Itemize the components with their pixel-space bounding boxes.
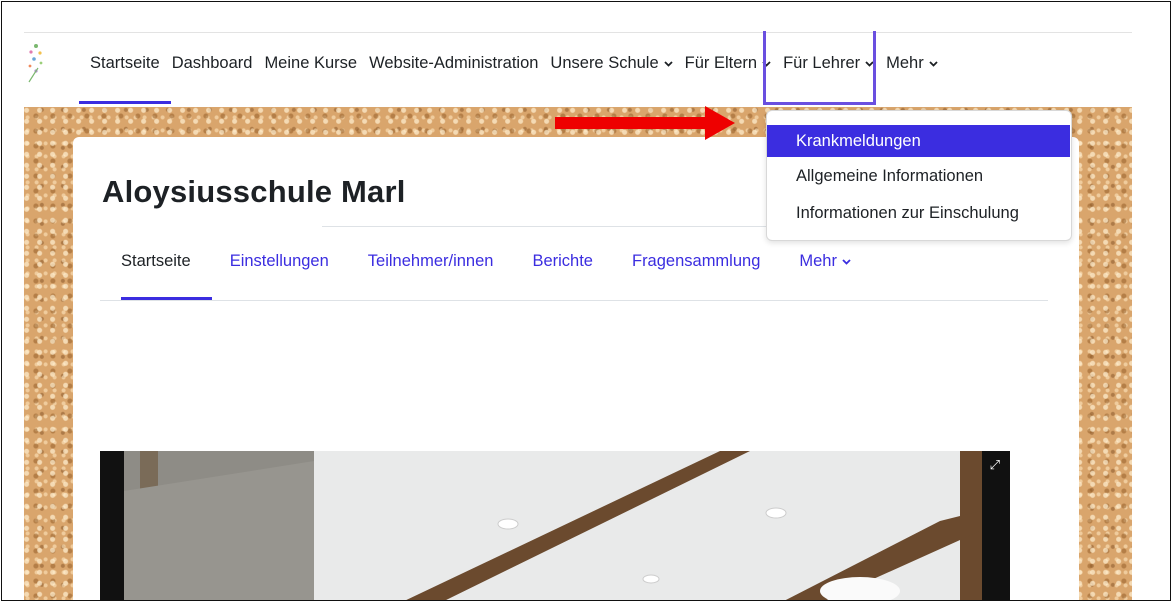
menu-item-label: Krankmeldungen — [796, 132, 921, 150]
tab-mehr[interactable]: Mehr — [799, 252, 851, 271]
menu-item-label: Informationen zur Einschulung — [796, 204, 1019, 222]
nav-item-unsere-schule[interactable]: Unsere Schule — [550, 54, 673, 73]
menu-item-krankmeldungen[interactable]: Krankmeldungen — [767, 125, 1070, 157]
tab-einstellungen[interactable]: Einstellungen — [230, 252, 329, 271]
screenshot-frame: Startseite Dashboard Meine Kurse Website… — [1, 1, 1171, 601]
nav-item-label: Unsere Schule — [550, 54, 659, 72]
header-divider — [24, 32, 1132, 33]
chevron-down-icon — [664, 60, 673, 67]
school-logo[interactable] — [24, 38, 48, 88]
nav-item-label: Startseite — [90, 54, 160, 72]
tab-label: Startseite — [121, 252, 191, 270]
title-divider — [322, 226, 772, 227]
tab-startseite[interactable]: Startseite — [121, 252, 212, 300]
nav-item-label: Mehr — [886, 54, 924, 72]
menu-item-allgemeine-informationen[interactable]: Allgemeine Informationen — [767, 160, 1070, 192]
red-arrow-annotation — [555, 106, 735, 140]
tabs-divider — [100, 300, 1048, 301]
tab-label: Berichte — [532, 252, 593, 270]
expand-icon[interactable]: ⤢ — [990, 457, 1000, 473]
nav-item-label: Meine Kurse — [264, 54, 358, 72]
nav-item-mehr[interactable]: Mehr — [886, 54, 938, 73]
hero-image: ⤢ — [100, 451, 1010, 600]
nav-item-startseite[interactable]: Startseite — [79, 54, 171, 104]
nav-item-label: Für Eltern — [684, 54, 758, 72]
tab-label: Fragensammlung — [631, 252, 761, 270]
tab-teilnehmer[interactable]: Teilnehmer/innen — [368, 252, 494, 271]
highlight-box — [763, 31, 876, 105]
secondary-navigation: Startseite Einstellungen Teilnehmer/inne… — [100, 252, 851, 300]
tab-berichte[interactable]: Berichte — [532, 252, 593, 271]
menu-item-informationen-zur-einschulung[interactable]: Informationen zur Einschulung — [767, 197, 1070, 229]
nav-item-dashboard[interactable]: Dashboard — [172, 54, 253, 73]
tab-label: Teilnehmer/innen — [367, 252, 494, 270]
menu-item-label: Allgemeine Informationen — [796, 167, 984, 185]
fuer-eltern-dropdown-menu: Krankmeldungen Allgemeine Informationen … — [766, 110, 1072, 241]
nav-item-fuer-eltern[interactable]: Für Eltern — [685, 54, 771, 73]
page-title: Aloysiusschule Marl — [102, 174, 406, 209]
nav-item-label: Dashboard — [171, 54, 253, 72]
tab-label: Mehr — [799, 252, 837, 270]
nav-item-meine-kurse[interactable]: Meine Kurse — [264, 54, 357, 73]
chevron-down-icon — [929, 60, 938, 67]
nav-item-website-administration[interactable]: Website-Administration — [369, 54, 538, 73]
building-interior-image — [100, 451, 1010, 600]
chevron-down-icon — [842, 258, 851, 265]
tab-label: Einstellungen — [229, 252, 329, 270]
nav-item-label: Website-Administration — [369, 54, 539, 72]
tab-fragensammlung[interactable]: Fragensammlung — [632, 252, 760, 271]
